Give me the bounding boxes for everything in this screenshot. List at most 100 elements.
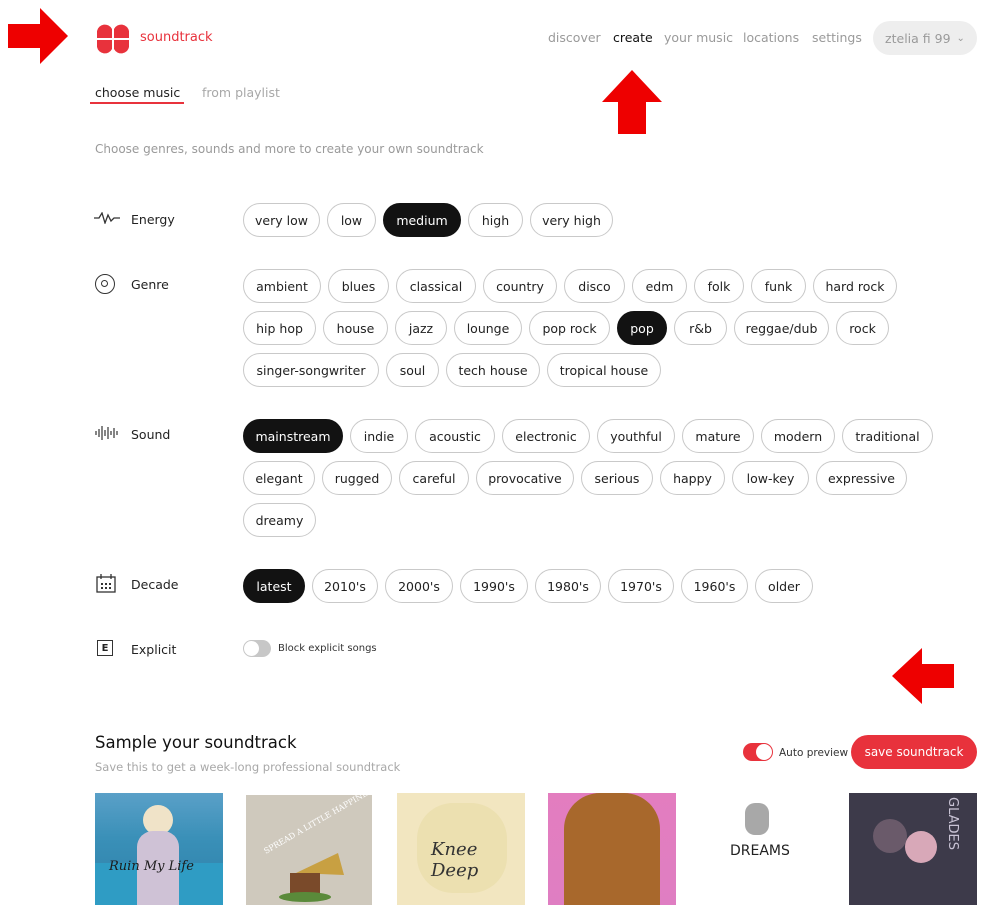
genre-chip-rock[interactable]: rock bbox=[836, 311, 889, 345]
auto-preview-toggle[interactable] bbox=[743, 743, 773, 761]
block-explicit-toggle[interactable] bbox=[243, 640, 271, 657]
user-menu-button[interactable]: ztelia fi 99 ⌄ bbox=[873, 21, 977, 55]
decade-chip-older[interactable]: older bbox=[755, 569, 813, 603]
genre-chip-folk[interactable]: folk bbox=[694, 269, 744, 303]
energy-chip-medium[interactable]: medium bbox=[383, 203, 461, 237]
decade-chip-1960s[interactable]: 1960's bbox=[681, 569, 748, 603]
decade-chip-1990s[interactable]: 1990's bbox=[460, 569, 528, 603]
cover-title: GLADES bbox=[945, 797, 960, 850]
sound-chip-low-key[interactable]: low-key bbox=[732, 461, 809, 495]
sound-chip-rugged[interactable]: rugged bbox=[322, 461, 392, 495]
genre-chip-singer-songwriter[interactable]: singer-songwriter bbox=[243, 353, 379, 387]
tab-choose-music[interactable]: choose music bbox=[95, 85, 180, 100]
genre-chip-soul[interactable]: soul bbox=[386, 353, 439, 387]
chevron-down-icon: ⌄ bbox=[956, 32, 965, 44]
decade-chip-1980s[interactable]: 1980's bbox=[535, 569, 601, 603]
cover-title: Knee Deep bbox=[431, 839, 479, 881]
figure-silhouette bbox=[745, 803, 769, 835]
vinyl-record-icon bbox=[95, 274, 115, 294]
nav-settings[interactable]: settings bbox=[812, 30, 862, 45]
energy-chip-very-high[interactable]: very high bbox=[530, 203, 613, 237]
decade-chip-2010s[interactable]: 2010's bbox=[312, 569, 378, 603]
genre-chip-country[interactable]: country bbox=[483, 269, 557, 303]
sound-chip-mature[interactable]: mature bbox=[682, 419, 754, 453]
genre-chip-hip-hop[interactable]: hip hop bbox=[243, 311, 316, 345]
sound-chip-modern[interactable]: modern bbox=[761, 419, 835, 453]
genre-chip-funk[interactable]: funk bbox=[751, 269, 806, 303]
genre-chip-hard-rock[interactable]: hard rock bbox=[813, 269, 897, 303]
genre-label: Genre bbox=[131, 277, 169, 292]
nav-discover[interactable]: discover bbox=[548, 30, 601, 45]
nav-locations[interactable]: locations bbox=[743, 30, 799, 45]
genre-chip-jazz[interactable]: jazz bbox=[395, 311, 447, 345]
sound-chip-youthful[interactable]: youthful bbox=[597, 419, 675, 453]
sound-chip-traditional[interactable]: traditional bbox=[842, 419, 933, 453]
explicit-e-icon: E bbox=[97, 640, 113, 656]
album-cover-4[interactable] bbox=[548, 793, 676, 905]
decade-label: Decade bbox=[131, 577, 179, 592]
calendar-icon bbox=[96, 574, 116, 593]
sound-chip-mainstream[interactable]: mainstream bbox=[243, 419, 343, 453]
sound-chip-indie[interactable]: indie bbox=[350, 419, 408, 453]
album-cover-3[interactable]: Knee Deep bbox=[397, 793, 525, 905]
energy-chip-low[interactable]: low bbox=[327, 203, 376, 237]
decade-chip-1970s[interactable]: 1970's bbox=[608, 569, 674, 603]
tab-from-playlist[interactable]: from playlist bbox=[202, 85, 280, 100]
sound-chip-expressive[interactable]: expressive bbox=[816, 461, 907, 495]
energy-label: Energy bbox=[131, 212, 175, 227]
genre-chip-disco[interactable]: disco bbox=[564, 269, 625, 303]
decade-chip-latest[interactable]: latest bbox=[243, 569, 305, 603]
sound-chip-careful[interactable]: careful bbox=[399, 461, 469, 495]
annotation-arrow-right-icon bbox=[8, 8, 68, 64]
decade-chip-2000s[interactable]: 2000's bbox=[385, 569, 453, 603]
genre-chip-classical[interactable]: classical bbox=[396, 269, 476, 303]
person-2 bbox=[905, 831, 937, 863]
genre-chip-pop[interactable]: pop bbox=[617, 311, 667, 345]
sample-subtitle: Save this to get a week-long professiona… bbox=[95, 760, 401, 774]
brand-name[interactable]: soundtrack bbox=[140, 30, 213, 45]
block-explicit-label: Block explicit songs bbox=[278, 643, 377, 654]
album-cover-6[interactable]: GLADES bbox=[849, 793, 977, 905]
genre-chip-pop-rock[interactable]: pop rock bbox=[529, 311, 610, 345]
cover-title: DREAMS bbox=[730, 843, 790, 859]
sample-title: Sample your soundtrack bbox=[95, 733, 297, 752]
nav-your-music[interactable]: your music bbox=[664, 30, 733, 45]
save-soundtrack-button[interactable]: save soundtrack bbox=[851, 735, 977, 769]
genre-chip-tech-house[interactable]: tech house bbox=[446, 353, 540, 387]
sound-label: Sound bbox=[131, 427, 171, 442]
album-cover-2[interactable]: SPREAD A LITTLE HAPPINESS bbox=[246, 795, 372, 905]
genre-chip-tropical-house[interactable]: tropical house bbox=[547, 353, 661, 387]
waveform-icon bbox=[94, 212, 120, 224]
genre-chip-house[interactable]: house bbox=[323, 311, 388, 345]
sound-chip-acoustic[interactable]: acoustic bbox=[415, 419, 495, 453]
energy-chip-very-low[interactable]: very low bbox=[243, 203, 320, 237]
person-1 bbox=[873, 819, 907, 853]
sound-chip-serious[interactable]: serious bbox=[581, 461, 653, 495]
active-tab-indicator bbox=[90, 102, 184, 104]
auto-preview-label: Auto preview bbox=[779, 747, 849, 759]
nav-create[interactable]: create bbox=[613, 30, 653, 45]
sound-chip-electronic[interactable]: electronic bbox=[502, 419, 590, 453]
genre-chip-edm[interactable]: edm bbox=[632, 269, 687, 303]
sound-chip-provocative[interactable]: provocative bbox=[476, 461, 574, 495]
sound-chip-dreamy[interactable]: dreamy bbox=[243, 503, 316, 537]
annotation-arrow-left-icon bbox=[892, 648, 954, 704]
soundtrack-logo-icon[interactable] bbox=[95, 21, 131, 57]
genre-chip-reggae-dub[interactable]: reggae/dub bbox=[734, 311, 829, 345]
sound-bars-icon bbox=[95, 426, 118, 440]
album-cover-5[interactable]: DREAMS bbox=[699, 793, 827, 905]
sound-chip-elegant[interactable]: elegant bbox=[243, 461, 315, 495]
genre-chip-ambient[interactable]: ambient bbox=[243, 269, 321, 303]
user-name: ztelia fi 99 bbox=[885, 30, 951, 46]
sound-chip-happy[interactable]: happy bbox=[660, 461, 725, 495]
annotation-arrow-up-icon bbox=[602, 70, 662, 134]
genre-chip-lounge[interactable]: lounge bbox=[454, 311, 522, 345]
cover-title: Ruin My Life bbox=[109, 859, 194, 874]
energy-chip-high[interactable]: high bbox=[468, 203, 523, 237]
intro-text: Choose genres, sounds and more to create… bbox=[95, 142, 484, 156]
genre-chip-rnb[interactable]: r&b bbox=[674, 311, 727, 345]
album-cover-1[interactable]: Ruin My Life bbox=[95, 793, 223, 905]
torso-figure bbox=[564, 793, 660, 905]
genre-chip-blues[interactable]: blues bbox=[328, 269, 389, 303]
explicit-label: Explicit bbox=[131, 642, 177, 657]
